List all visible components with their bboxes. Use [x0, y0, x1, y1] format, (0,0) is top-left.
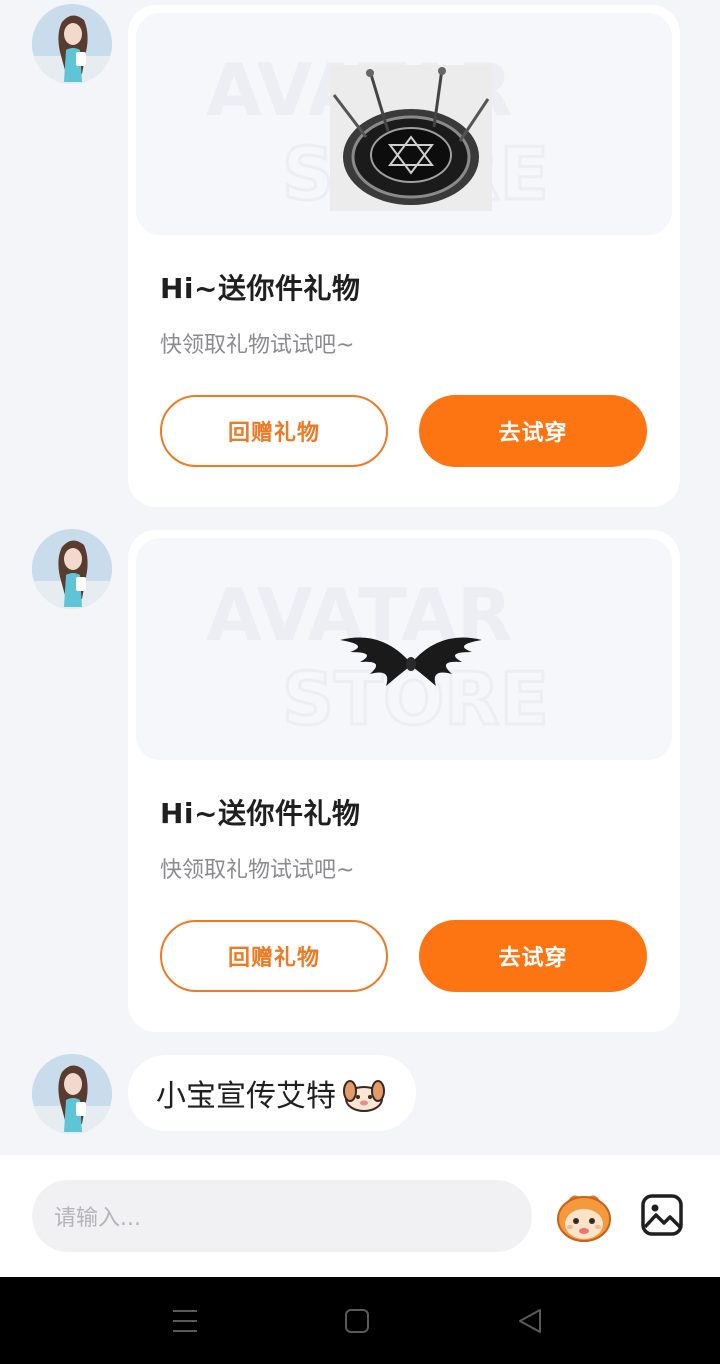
- mascot-emoji-icon[interactable]: [554, 1191, 614, 1243]
- sender-avatar[interactable]: [32, 4, 112, 84]
- try-on-button[interactable]: 去试穿: [419, 920, 647, 992]
- sender-avatar[interactable]: [32, 529, 112, 609]
- avatar-girl-image: [32, 529, 112, 609]
- gift-card-subtitle: 快领取礼物试试吧~: [160, 858, 355, 883]
- magic-circle-icon: [330, 65, 492, 211]
- image-picker-icon[interactable]: [640, 1193, 684, 1237]
- gift-card-title: Hi~送你件礼物: [160, 272, 361, 305]
- return-gift-button[interactable]: 回赠礼物: [160, 395, 388, 467]
- gift-card-subtitle: 快领取礼物试试吧~: [160, 333, 355, 358]
- home-nav-icon[interactable]: [341, 1305, 373, 1337]
- message-input-bar: 请输入...: [0, 1155, 720, 1277]
- gift-banner: AVATAR STORE: [136, 13, 672, 235]
- gift-card: AVATAR STORE Hi~送你件礼物 快领取礼物试试吧~ 回赠礼物 去试穿: [128, 530, 680, 1032]
- black-wings-icon: [340, 637, 482, 686]
- try-on-button[interactable]: 去试穿: [419, 395, 647, 467]
- message-text: 小宝宣传艾特: [156, 1079, 336, 1114]
- puppy-emoji-icon: [343, 1080, 385, 1112]
- gift-card-title: Hi~送你件礼物: [160, 797, 361, 830]
- chat-message-list[interactable]: AVATAR STORE Hi~送你件礼物 快领取礼物试试吧~ 回赠礼物 去试穿: [0, 0, 720, 1155]
- return-gift-button[interactable]: 回赠礼物: [160, 920, 388, 992]
- gift-banner: AVATAR STORE: [136, 538, 672, 760]
- message-input[interactable]: 请输入...: [32, 1180, 532, 1252]
- menu-nav-icon[interactable]: [169, 1305, 201, 1337]
- gift-card: AVATAR STORE Hi~送你件礼物 快领取礼物试试吧~ 回赠礼物 去试穿: [128, 5, 680, 507]
- back-nav-icon[interactable]: [514, 1305, 546, 1337]
- sender-avatar[interactable]: [32, 1054, 112, 1134]
- avatar-girl-image: [32, 4, 112, 84]
- text-message-bubble[interactable]: 小宝宣传艾特: [128, 1055, 416, 1131]
- avatar-girl-image: [32, 1054, 112, 1134]
- system-nav-bar: [0, 1277, 720, 1364]
